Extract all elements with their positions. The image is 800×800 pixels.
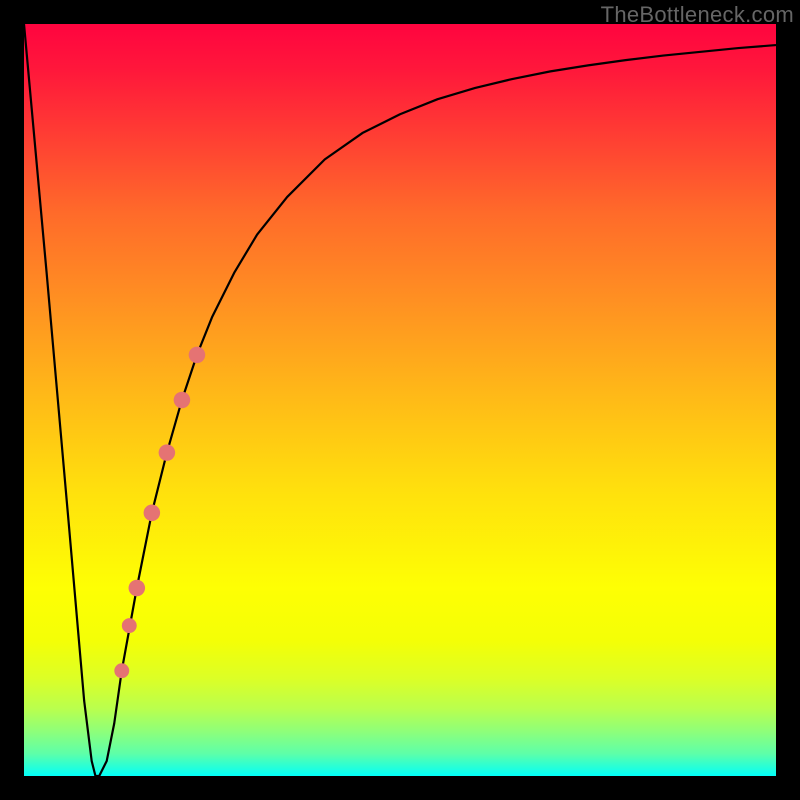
watermark-text: TheBottleneck.com	[601, 2, 794, 28]
segment-mid1	[144, 505, 161, 522]
chart-svg	[24, 24, 776, 776]
dot-lowest	[114, 663, 129, 678]
segment-end	[189, 347, 206, 364]
segment-mid3	[174, 392, 191, 409]
segment-start	[129, 580, 146, 597]
marker-group	[114, 347, 205, 679]
segment-mid2	[159, 444, 176, 461]
dot-lower	[122, 618, 137, 633]
chart-stage: TheBottleneck.com	[0, 0, 800, 800]
bottleneck-curve	[24, 24, 776, 776]
